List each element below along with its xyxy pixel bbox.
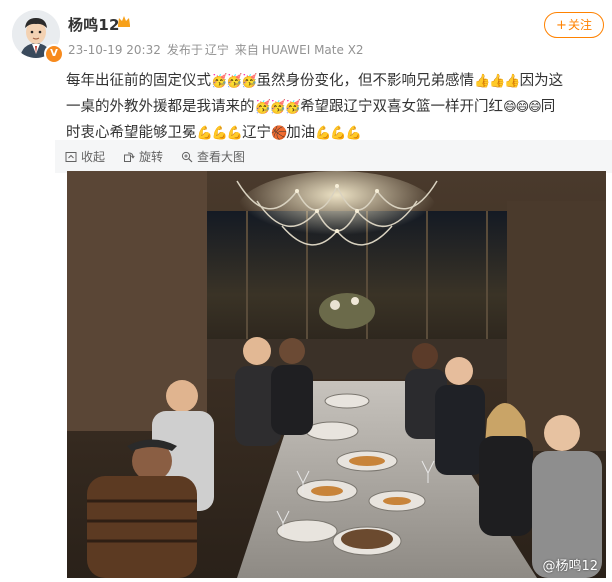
post-text: 虽然身份变化，但不影响兄弟感情: [256, 73, 475, 89]
plus-icon: +: [556, 18, 567, 33]
crown-icon: [117, 14, 131, 32]
laughing-emoji-icon: 😄😄😄: [503, 100, 542, 115]
collapse-icon: [65, 151, 77, 162]
rotate-button[interactable]: 旋转: [123, 148, 163, 165]
flexed-biceps-emoji-icon: 💪💪💪: [196, 126, 244, 141]
grinning-party-emoji-icon: 🥳🥳🥳: [211, 74, 258, 89]
post-line: 每年出征前的固定仪式🥳🥳🥳虽然身份变化，但不影响兄弟感情👍👍👍因为这: [66, 68, 612, 94]
username[interactable]: 杨鸣12: [68, 14, 120, 35]
rotate-label: 旋转: [139, 150, 164, 164]
verified-badge-icon: V: [44, 44, 64, 64]
post-text: 加油: [286, 125, 316, 141]
post-text: 希望跟辽宁双喜女篮一样开门红: [300, 99, 504, 115]
post-text: 一桌的外教外援都是我请来的: [66, 99, 255, 115]
grinning-party-emoji-icon: 🥳🥳🥳: [254, 100, 302, 115]
zoom-icon: [181, 151, 193, 162]
view-large-button[interactable]: 查看大图: [181, 148, 245, 165]
post-device: HUAWEI Mate X2: [261, 43, 364, 57]
thumbs-up-emoji-icon: 👍👍👍: [474, 74, 521, 89]
post-text: 每年出征前的固定仪式: [66, 73, 211, 89]
flexed-biceps-emoji-icon: 💪💪💪: [315, 126, 362, 141]
post-text: 因为这: [519, 73, 564, 89]
post-line: 一桌的外教外援都是我请来的🥳🥳🥳希望跟辽宁双喜女篮一样开门红😄😄😄同: [66, 94, 612, 120]
device-label: 来自: [234, 43, 259, 57]
image-toolbar: 收起 旋转 查看大图: [55, 140, 612, 173]
post-hashtag-liaoning[interactable]: 辽宁: [242, 125, 271, 141]
post-text: 时衷心希望能够卫冕: [66, 125, 197, 141]
post-text: 同: [540, 99, 556, 115]
post-location: 辽宁: [204, 43, 229, 57]
collapse-label: 收起: [81, 150, 106, 164]
rotate-icon: [124, 151, 135, 162]
post-meta: 23-10-19 20:32 发布于 辽宁 来自 HUAWEI Mate X2: [68, 41, 370, 58]
follow-button[interactable]: +关注: [544, 12, 604, 38]
published-from-label: 发布于: [166, 43, 203, 57]
view-large-label: 查看大图: [197, 150, 246, 164]
weibo-watermark: @杨鸣12: [542, 559, 598, 574]
dinner-photo-illustration: [67, 171, 606, 578]
post-photo[interactable]: @杨鸣12: [67, 171, 606, 578]
follow-label: 关注: [567, 18, 592, 32]
post-timestamp[interactable]: 23-10-19 20:32: [68, 43, 161, 57]
collapse-button[interactable]: 收起: [65, 148, 105, 165]
post-content: 每年出征前的固定仪式🥳🥳🥳虽然身份变化，但不影响兄弟感情👍👍👍因为这 一桌的外教…: [66, 68, 612, 146]
basketball-emoji-icon: 🏀: [271, 126, 287, 141]
